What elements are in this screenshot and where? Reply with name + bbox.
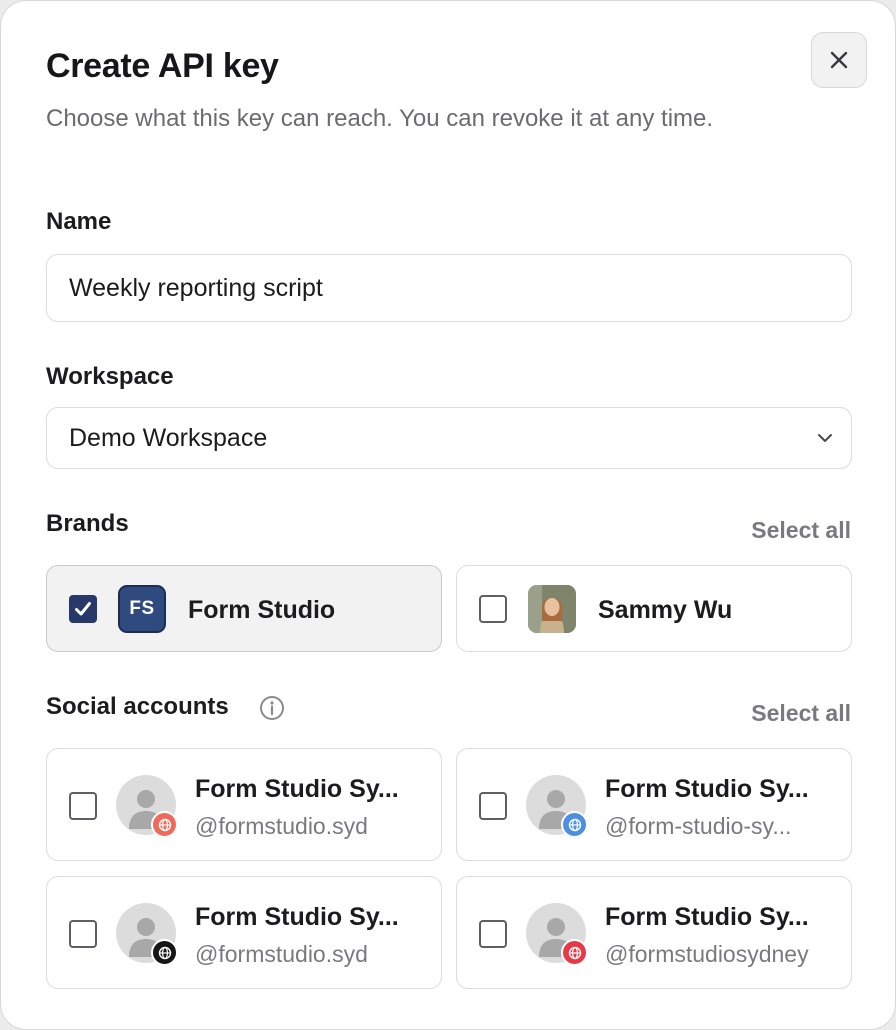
brand-card-sammy-wu[interactable]: Sammy Wu [456, 565, 852, 652]
account-name: Form Studio Sy... [605, 903, 809, 931]
social-account-checkbox[interactable] [479, 920, 507, 948]
account-handle: @formstudiosydney [605, 941, 809, 967]
chevron-down-icon [818, 434, 832, 442]
close-icon [830, 51, 848, 69]
name-field-wrapper [46, 254, 852, 322]
brand-avatar-form-studio: FS [118, 585, 166, 633]
brand-name: Sammy Wu [598, 596, 733, 624]
social-account-card[interactable]: Form Studio Sy... @formstudio.syd [46, 876, 442, 989]
account-handle: @form-studio-sy... [605, 813, 792, 839]
create-api-key-dialog: Create API key Choose what this key can … [0, 0, 896, 1030]
checkmark-icon [75, 602, 91, 616]
workspace-select-value: Demo Workspace [69, 423, 268, 452]
account-name: Form Studio Sy... [195, 903, 399, 931]
close-button[interactable] [811, 32, 867, 88]
globe-icon [561, 939, 588, 966]
workspace-select[interactable]: Demo Workspace [46, 407, 852, 469]
social-account-checkbox[interactable] [479, 792, 507, 820]
workspace-label: Workspace [46, 363, 174, 390]
social-select-all-link[interactable]: Select all [751, 700, 851, 727]
name-label: Name [46, 208, 112, 235]
name-input[interactable] [69, 255, 851, 321]
brand-name: Form Studio [188, 596, 336, 624]
account-handle: @formstudio.syd [195, 813, 368, 839]
dialog-subtitle: Choose what this key can reach. You can … [46, 105, 714, 132]
brands-label: Brands [46, 510, 129, 537]
globe-icon [561, 811, 588, 838]
globe-icon [151, 939, 178, 966]
brand-checkbox-form-studio[interactable] [69, 595, 97, 623]
social-account-checkbox[interactable] [69, 792, 97, 820]
globe-icon [151, 811, 178, 838]
social-account-card[interactable]: Form Studio Sy... @formstudio.syd [46, 748, 442, 861]
social-account-card[interactable]: Form Studio Sy... @form-studio-sy... [456, 748, 852, 861]
account-name: Form Studio Sy... [195, 775, 399, 803]
brand-card-form-studio[interactable]: FS Form Studio [46, 565, 442, 652]
social-accounts-label: Social accounts [46, 693, 229, 720]
brand-avatar-sammy-wu [528, 585, 576, 633]
social-account-card[interactable]: Form Studio Sy... @formstudiosydney [456, 876, 852, 989]
dialog-title: Create API key [46, 47, 279, 85]
account-name: Form Studio Sy... [605, 775, 809, 803]
info-icon[interactable] [259, 695, 285, 721]
brands-select-all-link[interactable]: Select all [751, 517, 851, 544]
brand-checkbox-sammy-wu[interactable] [479, 595, 507, 623]
social-account-checkbox[interactable] [69, 920, 97, 948]
account-handle: @formstudio.syd [195, 941, 368, 967]
